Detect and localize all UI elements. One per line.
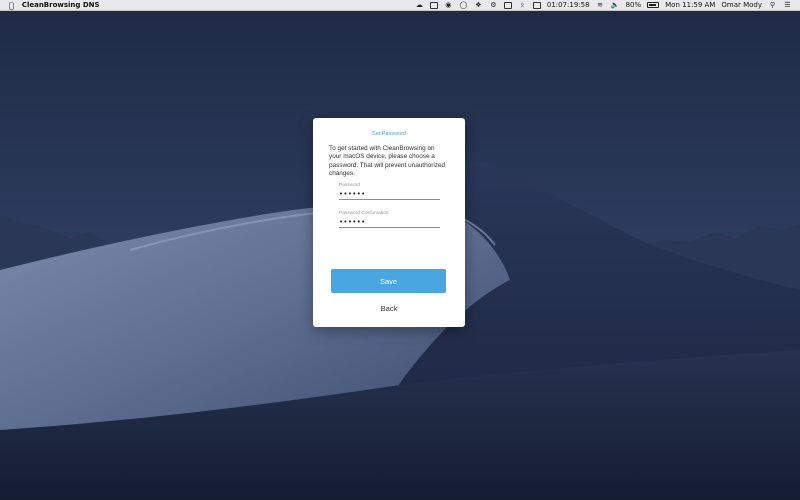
back-button[interactable]: Back: [313, 304, 465, 313]
dialog-title: Set Password: [372, 131, 406, 137]
menu-bar:  CleanBrowsing DNS ☁ ◉ ◯ ❖ ⚙ ᛟ 01:07:19…: [0, 0, 800, 11]
eye-icon[interactable]: ◉: [444, 1, 453, 9]
cloud-icon[interactable]: ☁: [415, 1, 424, 9]
gear-icon[interactable]: ⚙: [489, 1, 498, 9]
volume-icon[interactable]: 🔈: [611, 1, 620, 9]
password-field: Password: [339, 183, 440, 200]
bluetooth-icon[interactable]: ᛟ: [518, 1, 527, 9]
apple-icon[interactable]: : [9, 0, 14, 11]
wifi-icon[interactable]: ≋: [596, 1, 605, 9]
app-box-icon[interactable]: [429, 1, 438, 9]
password-confirmation-input[interactable]: [339, 216, 440, 228]
shield-icon[interactable]: ◯: [459, 1, 468, 9]
dialog-description: To get started with CleanBrowsing on you…: [329, 145, 446, 177]
dropbox-icon[interactable]: ❖: [474, 1, 483, 9]
menubar-clock[interactable]: Mon 11:59 AM: [665, 1, 715, 9]
timer-icon[interactable]: [532, 1, 541, 9]
airplay-icon[interactable]: [503, 1, 512, 9]
timer-readout[interactable]: 01:07:19:58: [547, 1, 590, 9]
search-icon[interactable]: ⚲: [768, 1, 777, 9]
save-button[interactable]: Save: [331, 269, 446, 293]
app-name-menu[interactable]: CleanBrowsing DNS: [22, 1, 100, 9]
battery-percent[interactable]: 80%: [626, 1, 642, 9]
list-icon[interactable]: ☰: [783, 1, 792, 9]
password-input[interactable]: [339, 188, 440, 200]
menubar-user[interactable]: Omar Mody: [721, 1, 762, 9]
battery-icon[interactable]: [647, 2, 660, 8]
password-confirmation-field: Password Confirmation: [339, 211, 440, 228]
set-password-dialog: Set Password To get started with CleanBr…: [313, 118, 465, 327]
